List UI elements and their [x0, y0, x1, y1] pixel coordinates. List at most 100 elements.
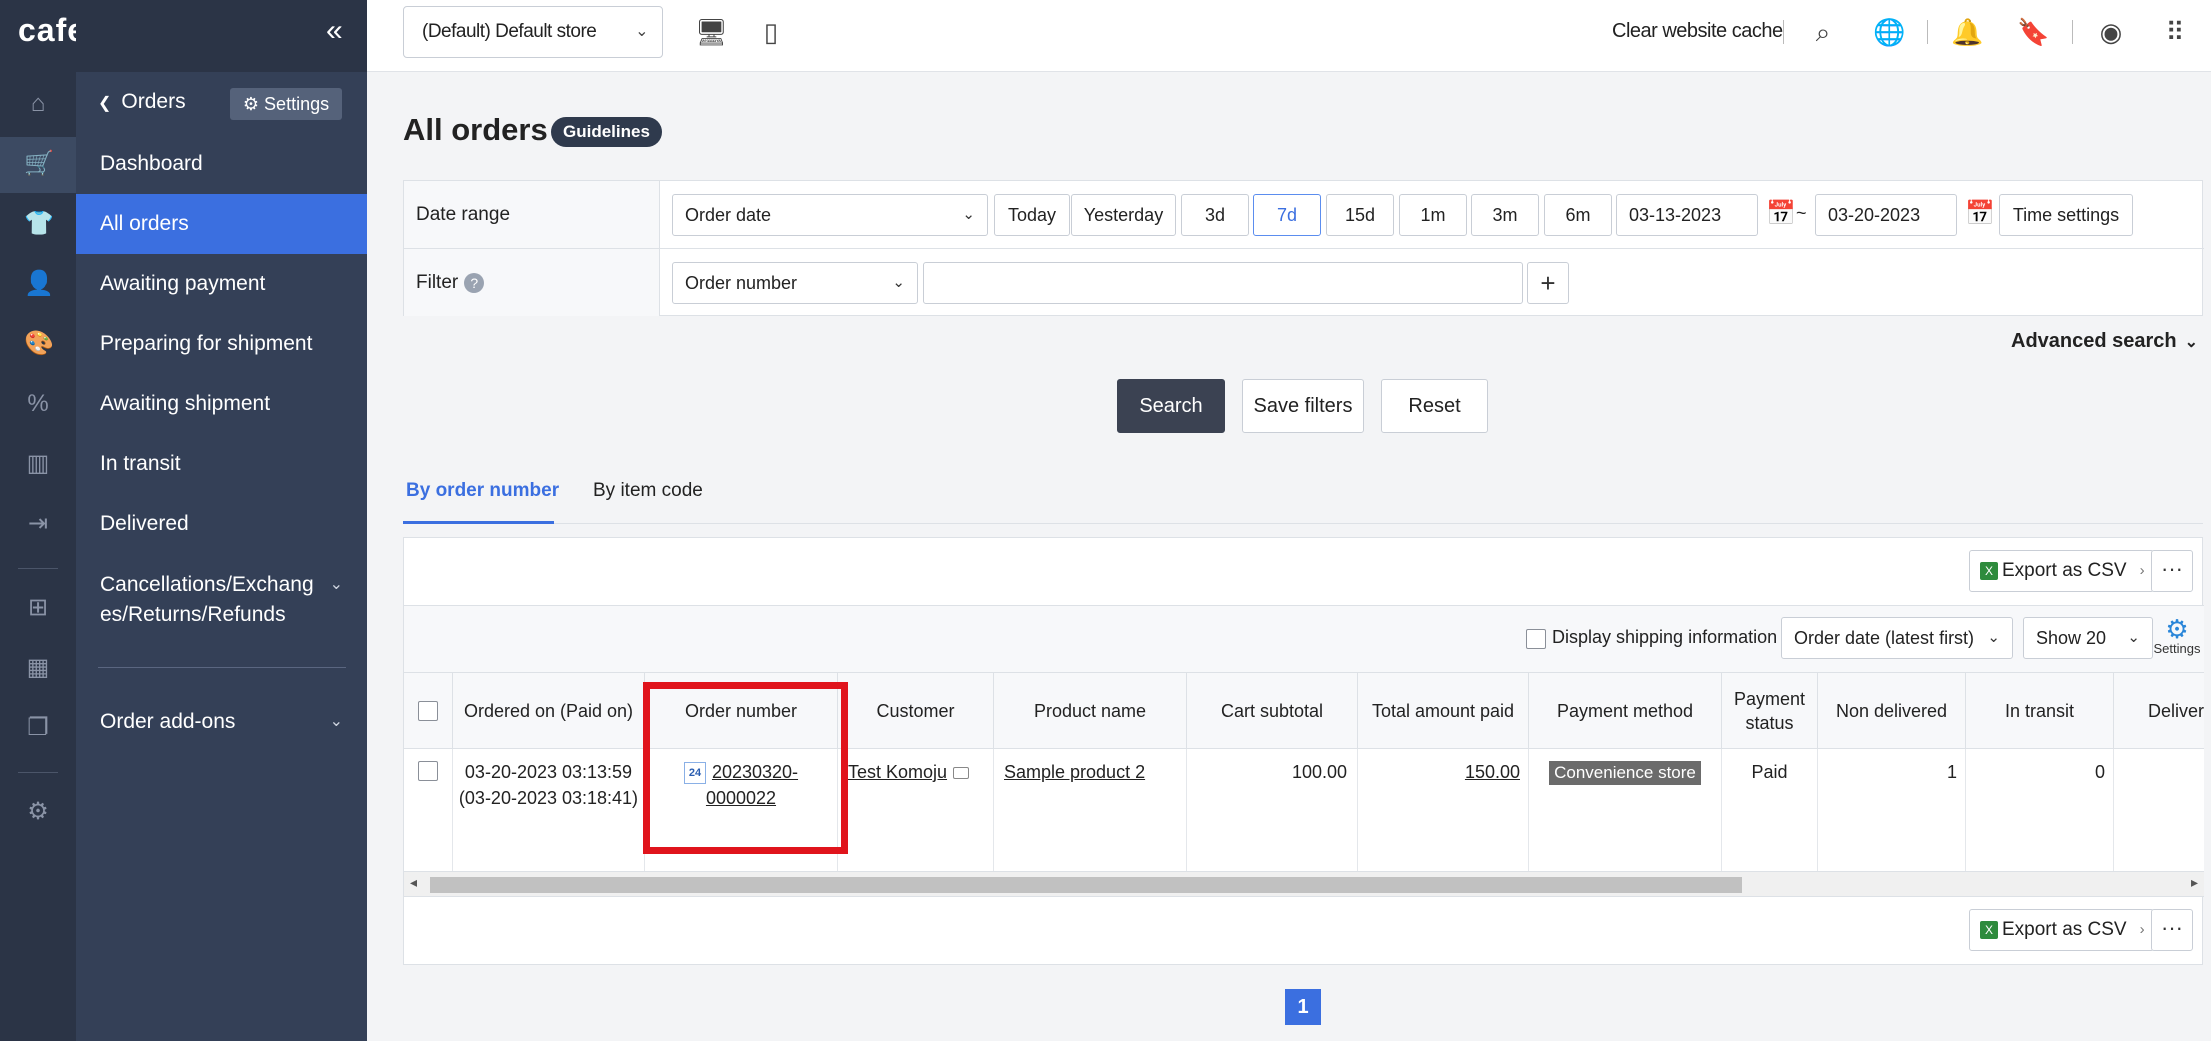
range-7d-button[interactable]: 7d — [1253, 194, 1321, 236]
chevron-left-icon: ❮ — [98, 95, 112, 112]
col-ordered-on[interactable]: Ordered on (Paid on) — [452, 673, 644, 749]
sidebar-item-dashboard[interactable]: Dashboard — [76, 134, 367, 194]
col-product-name[interactable]: Product name — [993, 673, 1186, 749]
globe-icon[interactable]: 🌐 — [1873, 16, 1905, 48]
copy-icon[interactable]: ❐ — [24, 714, 52, 742]
rail-divider — [18, 568, 58, 569]
palette-icon[interactable]: 🎨 — [24, 330, 54, 358]
sidebar-item-awaiting-shipment[interactable]: Awaiting shipment — [76, 374, 367, 434]
scroll-right-icon[interactable]: ▸ — [2191, 874, 2198, 891]
gear-icon[interactable]: ⚙ — [24, 798, 52, 826]
user-icon[interactable]: 👤 — [24, 270, 54, 298]
date-type-select[interactable]: Order date ⌄ — [672, 194, 988, 236]
range-15d-button[interactable]: 15d — [1326, 194, 1394, 236]
sidebar-item-preparing-shipment[interactable]: Preparing for shipment — [76, 314, 367, 374]
column-settings-button[interactable]: ⚙ Settings — [2152, 616, 2202, 656]
horizontal-scrollbar[interactable]: ◂ ▸ — [404, 871, 2204, 897]
col-customer[interactable]: Customer — [837, 673, 993, 749]
add-filter-button[interactable]: + — [1527, 262, 1569, 304]
search-button[interactable]: Search — [1117, 379, 1225, 433]
export-icon[interactable]: ⇥ — [24, 510, 52, 538]
range-yesterday-button[interactable]: Yesterday — [1071, 194, 1176, 236]
sidebar-item-in-transit[interactable]: In transit — [76, 434, 367, 494]
chevron-right-icon: › — [2139, 921, 2145, 938]
filter-value-input[interactable] — [923, 262, 1523, 304]
date-range-label: Date range — [404, 181, 660, 248]
apps-icon[interactable]: ▦ — [24, 654, 52, 682]
guidelines-badge[interactable]: Guidelines — [551, 117, 662, 147]
sidebar-item-delivered[interactable]: Delivered — [76, 494, 367, 554]
scrollbar-thumb[interactable] — [430, 877, 1742, 893]
excel-icon: X — [1980, 921, 1998, 939]
row-checkbox[interactable] — [418, 761, 438, 781]
help-icon[interactable]: ? — [464, 272, 485, 293]
coupon-icon[interactable]: % — [24, 390, 52, 418]
col-delivered[interactable]: Deliver — [2113, 673, 2204, 749]
sidebar-item-awaiting-payment[interactable]: Awaiting payment — [76, 254, 367, 314]
product-link[interactable]: Sample product 2 — [1004, 762, 1145, 782]
tab-by-order-number[interactable]: By order number — [406, 480, 559, 502]
col-total-paid[interactable]: Total amount paid — [1357, 673, 1528, 749]
export-csv-button[interactable]: X Export as CSV › — [1969, 550, 2154, 592]
sort-select[interactable]: Order date (latest first) ⌄ — [1781, 617, 2013, 659]
search-icon[interactable]: ⌕ — [1807, 16, 1839, 48]
sidebar-settings-button[interactable]: ⚙ Settings — [230, 88, 342, 120]
sidebar-back-orders[interactable]: ❮ Orders — [98, 90, 186, 114]
range-3d-button[interactable]: 3d — [1181, 194, 1249, 236]
col-payment-method[interactable]: Payment method — [1528, 673, 1721, 749]
filter-type-select[interactable]: Order number ⌄ — [672, 262, 918, 304]
chevron-down-icon: ⌄ — [892, 274, 905, 291]
store-add-icon[interactable]: ⊞ — [24, 594, 52, 622]
more-options-button[interactable]: ··· — [2151, 550, 2193, 592]
select-all-checkbox[interactable] — [418, 701, 438, 721]
calendar-icon[interactable]: 📅 — [1965, 201, 1995, 227]
col-cart-subtotal[interactable]: Cart subtotal — [1186, 673, 1357, 749]
apps-grid-icon[interactable]: ⠿ — [2159, 16, 2191, 48]
export-csv-button-bottom[interactable]: X Export as CSV › — [1969, 909, 2154, 951]
account-icon[interactable]: ◉ — [2095, 16, 2127, 48]
mobile-icon[interactable]: ▯ — [755, 16, 787, 48]
save-filters-button[interactable]: Save filters — [1242, 379, 1364, 433]
reset-button[interactable]: Reset — [1381, 379, 1488, 433]
col-non-delivered[interactable]: Non delivered — [1817, 673, 1965, 749]
advanced-search-toggle[interactable]: Advanced search ⌄ — [2011, 330, 2198, 353]
display-shipping-checkbox[interactable] — [1526, 629, 1546, 649]
topbar-divider — [1783, 20, 1784, 44]
chart-icon[interactable]: ▥ — [24, 450, 52, 478]
start-date-input[interactable]: 03-13-2023 — [1616, 194, 1758, 236]
more-options-button-bottom[interactable]: ··· — [2151, 909, 2193, 951]
desktop-icon[interactable]: 🖥 — [695, 16, 728, 48]
col-payment-status[interactable]: Payment status — [1721, 673, 1817, 749]
range-6m-button[interactable]: 6m — [1544, 194, 1612, 236]
cart-icon[interactable]: 🛒 — [24, 150, 54, 178]
cell-non-delivered: 1 — [1817, 749, 1965, 871]
clear-cache-link[interactable]: Clear website cache — [1612, 20, 1783, 43]
bookmark-icon[interactable]: 🔖 — [2017, 16, 2049, 48]
sidebar-item-cancellations[interactable]: Cancellations/Exchang es/Returns/Refunds… — [76, 570, 367, 632]
bell-icon[interactable]: 🔔 — [1951, 16, 1983, 48]
rail-divider — [18, 772, 58, 773]
scroll-left-icon[interactable]: ◂ — [410, 874, 417, 891]
time-settings-button[interactable]: Time settings — [1999, 194, 2133, 236]
home-icon[interactable]: ⌂ — [24, 90, 52, 118]
sidebar-item-all-orders[interactable]: All orders — [76, 194, 367, 254]
customer-link[interactable]: Test Komoju — [848, 762, 947, 782]
range-3m-button[interactable]: 3m — [1471, 194, 1539, 236]
list-toolbar: Display shipping information Order date … — [404, 605, 2204, 673]
tab-by-item-code[interactable]: By item code — [593, 480, 703, 502]
col-in-transit[interactable]: In transit — [1965, 673, 2113, 749]
range-today-button[interactable]: Today — [994, 194, 1070, 236]
calendar-icon[interactable]: 📅 — [1766, 201, 1796, 227]
collapse-sidebar-icon[interactable]: « — [326, 14, 343, 48]
shirt-icon[interactable]: 👕 — [24, 210, 54, 238]
total-paid-link[interactable]: 150.00 — [1465, 762, 1520, 782]
active-tab-indicator — [403, 521, 554, 524]
store-select[interactable]: (Default) Default store ⌄ — [403, 6, 663, 58]
page-size-select[interactable]: Show 20 ⌄ — [2023, 617, 2153, 659]
range-1m-button[interactable]: 1m — [1399, 194, 1467, 236]
sidebar-item-order-addons[interactable]: Order add-ons ⌄ — [76, 692, 367, 752]
mail-icon[interactable] — [953, 767, 970, 780]
end-date-input[interactable]: 03-20-2023 — [1815, 194, 1957, 236]
pagination-page-1[interactable]: 1 — [1285, 989, 1321, 1025]
row-select-cell — [404, 749, 452, 871]
